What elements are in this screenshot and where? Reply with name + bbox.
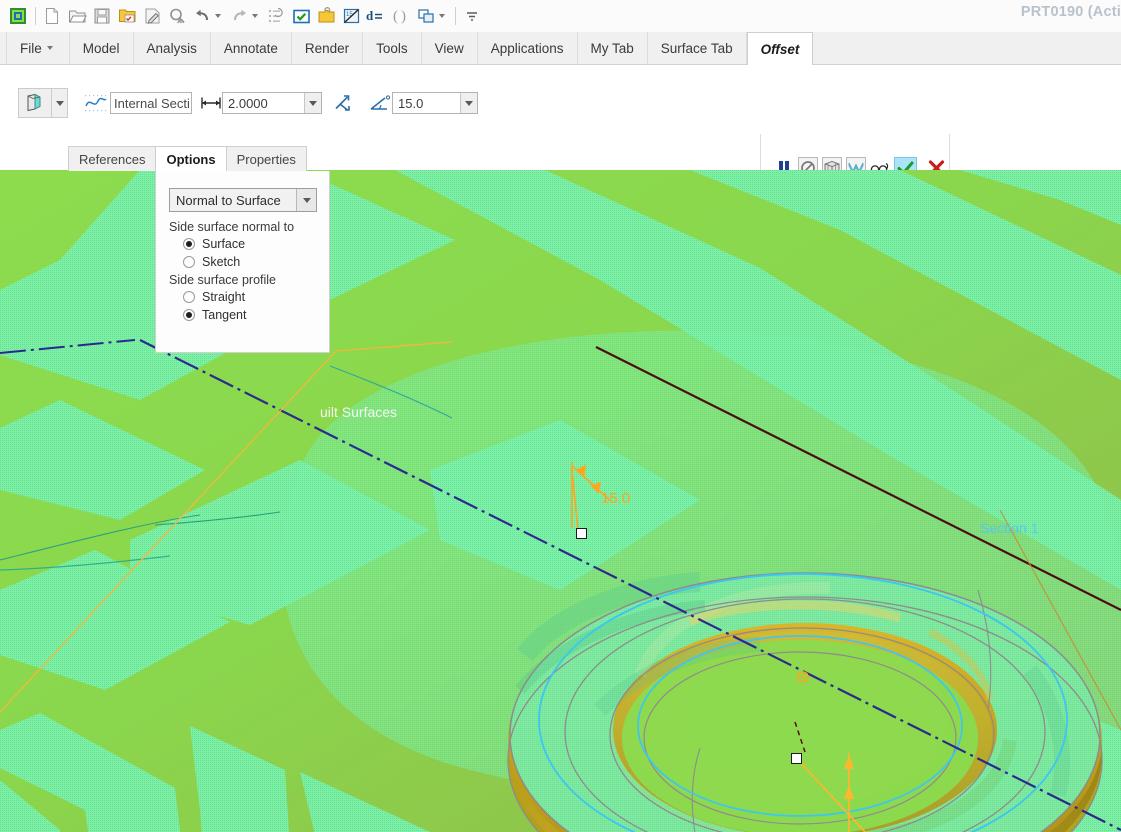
offset-method-dropdown-arrow[interactable] (296, 189, 316, 211)
tab-view[interactable]: View (421, 32, 478, 64)
svg-text:d: d (366, 8, 374, 23)
sketch-section-icon[interactable] (82, 91, 110, 115)
offset-method-value: Normal to Surface (176, 192, 281, 208)
section-field[interactable]: Internal Secti (110, 92, 192, 114)
quick-access-toolbar: 15 d ( ) PRT0190 (Acti (0, 0, 1121, 32)
tab-offset[interactable]: Offset (746, 32, 814, 65)
tab-my-tab[interactable]: My Tab (577, 32, 648, 64)
chevron-down-icon (465, 100, 473, 106)
svg-text:(: ( (393, 8, 398, 24)
distance-dimension-icon (200, 93, 222, 113)
tab-my-tab-label: My Tab (590, 40, 634, 56)
offset-distance-combo[interactable]: 2.0000 (222, 92, 322, 114)
save-as-icon[interactable] (115, 4, 139, 28)
slide-tab-properties-label: Properties (236, 151, 296, 167)
tab-applications[interactable]: Applications (477, 32, 578, 64)
side-surface-profile-group-label: Side surface profile (169, 273, 277, 287)
redo-icon[interactable] (227, 4, 251, 28)
angle-drag-handle[interactable] (576, 528, 587, 539)
toolbar-divider (35, 6, 36, 25)
tab-model-label: Model (82, 40, 120, 56)
folder-open-icon[interactable] (314, 4, 338, 28)
radio-option-sketch[interactable]: Sketch (183, 253, 329, 271)
tab-render[interactable]: Render (291, 32, 364, 64)
tab-tools-label: Tools (376, 40, 408, 56)
tab-applications-label: Applications (490, 40, 564, 56)
tab-analysis[interactable]: Analysis (133, 32, 211, 64)
offset-distance-value: 2.0000 (228, 95, 268, 111)
offset-drag-handle[interactable] (791, 753, 802, 764)
radio-surface-icon[interactable] (183, 238, 195, 250)
window-title: PRT0190 (Acti (1020, 4, 1121, 20)
slide-tab-references-label: References (79, 151, 146, 167)
chevron-down-icon (55, 100, 64, 106)
tab-file[interactable]: File (6, 32, 61, 64)
flip-direction-icon[interactable] (330, 92, 354, 114)
regenerate-list-icon[interactable] (264, 4, 288, 28)
regenerate-icon[interactable] (289, 4, 313, 28)
offset-distance-dropdown[interactable] (304, 93, 321, 113)
tab-tools[interactable]: Tools (363, 32, 422, 64)
window-dropdown-caret[interactable] (439, 13, 445, 18)
tab-surface-tab-label: Surface Tab (660, 40, 733, 56)
ribbon-tab-strip: File Model Analysis Annotate Render Tool… (0, 32, 1121, 65)
radio-straight-label: Straight (202, 290, 246, 304)
tab-divider (61, 32, 69, 64)
customize-icon[interactable] (460, 4, 484, 28)
parameters-icon[interactable]: ( ) (389, 4, 413, 28)
redo-dropdown-caret[interactable] (252, 13, 258, 18)
radio-option-surface[interactable]: Surface (183, 235, 329, 253)
angle-dimension-icon (368, 92, 392, 114)
toolbar-divider-2 (455, 6, 456, 25)
offset-angle-dropdown[interactable] (460, 93, 477, 113)
slide-tab-options[interactable]: Options (155, 146, 226, 171)
slide-tab-references[interactable]: References (68, 146, 156, 171)
save-icon[interactable] (90, 4, 114, 28)
options-slide-up-panel: Normal to Surface Side surface normal to… (155, 171, 330, 353)
tab-analysis-label: Analysis (146, 40, 197, 56)
edit-icon[interactable] (140, 4, 164, 28)
radio-option-tangent[interactable]: Tangent (183, 306, 329, 324)
offset-angle-value: 15.0 (398, 95, 424, 111)
scale-icon[interactable]: 15 (339, 4, 363, 28)
radio-sketch-label: Sketch (202, 255, 241, 269)
offset-angle-combo[interactable]: 15.0 (392, 92, 478, 114)
slide-tab-properties[interactable]: Properties (225, 146, 307, 171)
window-icon[interactable] (414, 4, 438, 28)
creo-application-window: 15 d ( ) PRT0190 (Acti File Model Analys… (0, 0, 1121, 832)
slide-tab-options-label: Options (166, 151, 216, 167)
dashboard-controls-left: Internal Secti 2.0000 15.0 (18, 88, 478, 118)
relations-icon[interactable]: d (364, 4, 388, 28)
tab-view-label: View (434, 40, 464, 56)
tab-file-label: File (20, 40, 42, 56)
tab-annotate[interactable]: Annotate (210, 32, 292, 64)
radio-tangent-label: Tangent (202, 308, 247, 322)
chevron-down-icon (309, 100, 317, 106)
svg-text:): ) (401, 8, 406, 24)
chevron-down-icon (46, 46, 53, 50)
chevron-down-icon (302, 197, 311, 203)
radio-straight-icon[interactable] (183, 291, 195, 303)
side-surface-normal-group-label: Side surface normal to (169, 220, 295, 234)
creo-logo-icon[interactable] (6, 4, 30, 28)
tab-surface-tab[interactable]: Surface Tab (647, 32, 747, 64)
open-file-icon[interactable] (65, 4, 89, 28)
radio-option-straight[interactable]: Straight (183, 288, 329, 306)
offset-type-dropdown[interactable] (52, 88, 68, 118)
radio-sketch-icon[interactable] (183, 256, 195, 268)
radio-tangent-icon[interactable] (183, 309, 195, 321)
offset-type-icon[interactable] (18, 88, 52, 118)
undo-icon[interactable] (190, 4, 214, 28)
tab-annotate-label: Annotate (223, 40, 278, 56)
slide-up-tab-strip: References Options Properties (68, 146, 307, 171)
undo-dropdown-caret[interactable] (215, 13, 221, 18)
tab-render-label: Render (304, 40, 350, 56)
new-file-icon[interactable] (40, 4, 64, 28)
tab-model[interactable]: Model (68, 32, 134, 64)
print-preview-icon[interactable] (165, 4, 189, 28)
offset-method-combo[interactable]: Normal to Surface (169, 188, 317, 212)
tab-offset-label: Offset (760, 41, 800, 57)
section-field-value: Internal Secti (114, 95, 190, 111)
radio-surface-label: Surface (202, 237, 246, 251)
